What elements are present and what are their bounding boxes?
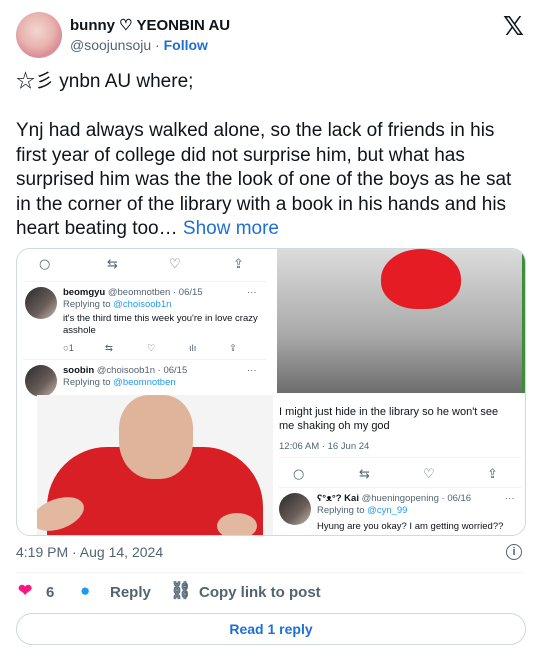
reply2-handle-date: @choisoob1n · 06/15 [96, 365, 188, 376]
kai-more-icon: ··· [505, 493, 515, 504]
kai-name: Kai [344, 493, 359, 504]
copy-link-button[interactable]: Copy link to post [199, 584, 321, 601]
tweet-card: bunny ♡ YEONBIN AU @soojunsoju · Follow … [0, 0, 540, 660]
heart-icon [381, 249, 461, 309]
like-icon: ♡ [423, 467, 435, 482]
author-handle-row: @soojunsoju · Follow [70, 37, 208, 53]
share-icon: ⇪ [233, 257, 244, 272]
divider [23, 281, 267, 282]
author-name[interactable]: bunny ♡ YEONBIN AU [70, 16, 230, 34]
reply1-avatar [25, 287, 57, 319]
x-logo-icon[interactable]: 𝕏 [503, 12, 524, 42]
kai-replying-to: @cyn_99 [367, 505, 408, 516]
reply1-reply-count: 1 [68, 343, 75, 354]
reply1-handle-date: @beomnotben · 06/15 [107, 287, 203, 298]
share-icon: ⇪ [229, 343, 237, 354]
meme-image [37, 395, 273, 535]
tweet-text: ☆彡 ynbn AU where; Ynj had always walked … [16, 70, 526, 242]
media-right-screenshot[interactable]: I might just hide in the library so he w… [277, 249, 525, 535]
reply1-name: beomgyu [63, 287, 106, 298]
show-more-link[interactable]: Show more [183, 218, 279, 239]
separator: · [155, 37, 160, 53]
kai-avatar [279, 493, 311, 525]
kai-text: Hyung are you okay? I am getting worried… [317, 521, 504, 532]
read-reply-button[interactable]: Read 1 reply [16, 613, 526, 645]
reply-bubble-icon[interactable]: ● [80, 581, 90, 601]
follow-button[interactable]: Follow [164, 37, 208, 53]
kai-handle-date: @hueningopening · 06/16 [361, 493, 472, 504]
reply1-text: it's the third time this week you're in … [63, 313, 258, 336]
retweet-icon: ⇆ [105, 343, 113, 354]
like-count[interactable]: 6 [46, 584, 54, 601]
kai-replying-prefix: Replying to [317, 505, 365, 516]
media-left-screenshot[interactable]: ○ ⇆ ♡ ⇪ beomgyu @beomnotben · 06/15 ··· … [17, 249, 273, 535]
quote-text: I might just hide in the library so he w… [279, 406, 499, 432]
post-timestamp[interactable]: 4:19 PM · Aug 14, 2024 [16, 544, 163, 560]
info-icon[interactable]: i [506, 544, 522, 560]
reply1-replying-to: @choisoob1n [113, 299, 172, 310]
divider [16, 572, 524, 573]
reply2-replying-to: @beomnotben [113, 377, 176, 388]
reply-icon: ○ [293, 467, 305, 482]
reply2-name: soobin [63, 365, 95, 376]
reply-button[interactable]: Reply [110, 584, 151, 601]
like-icon: ♡ [147, 343, 156, 354]
reply1-replying-prefix: Replying to [63, 299, 111, 310]
heart-photo [277, 249, 525, 393]
reply2-more-icon: ··· [247, 365, 257, 376]
quote-timestamp: 12:06 AM · 16 Jun 24 [279, 441, 370, 452]
avatar[interactable] [16, 12, 62, 58]
reply2-replying-prefix: Replying to [63, 377, 111, 388]
link-icon[interactable]: ⛓ [170, 581, 192, 601]
divider [23, 359, 267, 360]
share-icon: ⇪ [487, 467, 498, 482]
retweet-icon: ⇆ [359, 467, 370, 482]
heart-icon[interactable]: ❤ [18, 581, 32, 601]
retweet-icon: ⇆ [107, 257, 118, 272]
kai-name-prefix: ʕ°ᴥ°? [317, 493, 342, 504]
media-grid[interactable]: ○ ⇆ ♡ ⇪ beomgyu @beomnotben · 06/15 ··· … [16, 248, 526, 536]
reply-icon: ○ [39, 257, 51, 272]
divider [279, 457, 521, 458]
views-icon: ılı [189, 343, 197, 354]
like-icon: ♡ [169, 257, 181, 272]
reply2-avatar [25, 365, 57, 397]
tweet-first-line: ☆彡 ynbn AU where; [16, 71, 194, 92]
author-handle[interactable]: @soojunsoju [70, 37, 151, 53]
reply1-more-icon: ··· [247, 287, 257, 298]
divider [279, 487, 521, 488]
